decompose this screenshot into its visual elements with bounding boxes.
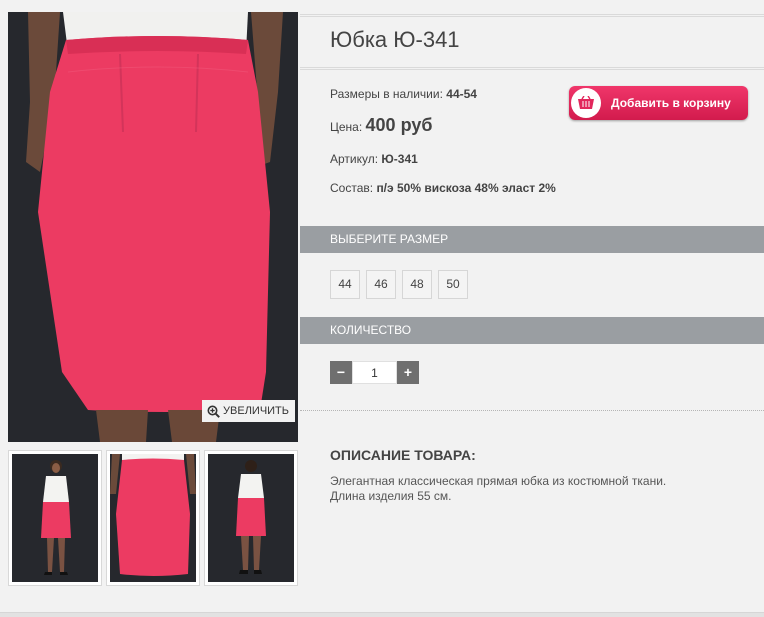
thumbnail-back[interactable] bbox=[204, 450, 298, 586]
description-title: ОПИСАНИЕ ТОВАРА: bbox=[330, 447, 476, 463]
main-product-photo[interactable]: УВЕЛИЧИТЬ bbox=[8, 12, 298, 442]
description-line-1: Элегантная классическая прямая юбка из к… bbox=[330, 474, 667, 488]
size-section-heading: ВЫБЕРИТЕ РАЗМЕР bbox=[300, 226, 764, 253]
footer-divider bbox=[0, 612, 764, 617]
article-value: Ю-341 bbox=[381, 152, 418, 166]
size-option-50[interactable]: 50 bbox=[438, 270, 468, 299]
size-option-48[interactable]: 48 bbox=[402, 270, 432, 299]
description-text: Элегантная классическая прямая юбка из к… bbox=[330, 474, 750, 504]
skirt-photo-image bbox=[8, 12, 298, 442]
thumbnail-closeup-image bbox=[110, 454, 196, 582]
add-to-cart-button[interactable]: Добавить в корзину bbox=[569, 86, 748, 120]
composition-value: п/э 50% вискоза 48% эласт 2% bbox=[376, 181, 556, 195]
basket-icon bbox=[571, 88, 601, 118]
composition-label: Состав: bbox=[330, 181, 374, 195]
sizes-label: Размеры в наличии: bbox=[330, 87, 443, 101]
quantity-increase-button[interactable]: + bbox=[397, 361, 419, 384]
available-sizes: Размеры в наличии: 44-54 bbox=[330, 87, 477, 101]
zoom-label: УВЕЛИЧИТЬ bbox=[223, 405, 289, 417]
add-to-cart-label: Добавить в корзину bbox=[611, 96, 731, 110]
price-label: Цена: bbox=[330, 120, 363, 134]
description-line-2: Длина изделия 55 см. bbox=[330, 489, 452, 503]
product-page: УВЕЛИЧИТЬ Юбка Ю-341 Размеры в наличии: … bbox=[0, 0, 764, 617]
quantity-input[interactable] bbox=[352, 361, 397, 384]
thumbnail-front[interactable] bbox=[8, 450, 102, 586]
article: Артикул: Ю-341 bbox=[330, 152, 418, 166]
size-option-46[interactable]: 46 bbox=[366, 270, 396, 299]
price-value: 400 руб bbox=[365, 115, 433, 135]
section-divider bbox=[300, 410, 764, 411]
title-divider bbox=[300, 67, 764, 70]
quantity-decrease-button[interactable]: − bbox=[330, 361, 352, 384]
quantity-section-heading: КОЛИЧЕСТВО bbox=[300, 317, 764, 344]
article-label: Артикул: bbox=[330, 152, 379, 166]
top-divider bbox=[300, 14, 764, 17]
thumbnail-closeup[interactable] bbox=[106, 450, 200, 586]
composition: Состав: п/э 50% вискоза 48% эласт 2% bbox=[330, 181, 565, 196]
sizes-value: 44-54 bbox=[446, 87, 477, 101]
price: Цена: 400 руб bbox=[330, 115, 432, 136]
magnifier-plus-icon bbox=[207, 405, 220, 418]
size-option-44[interactable]: 44 bbox=[330, 270, 360, 299]
zoom-button[interactable]: УВЕЛИЧИТЬ bbox=[202, 400, 295, 422]
product-title: Юбка Ю-341 bbox=[330, 27, 460, 52]
thumbnail-back-image bbox=[208, 454, 294, 582]
thumbnail-front-image bbox=[12, 454, 98, 582]
